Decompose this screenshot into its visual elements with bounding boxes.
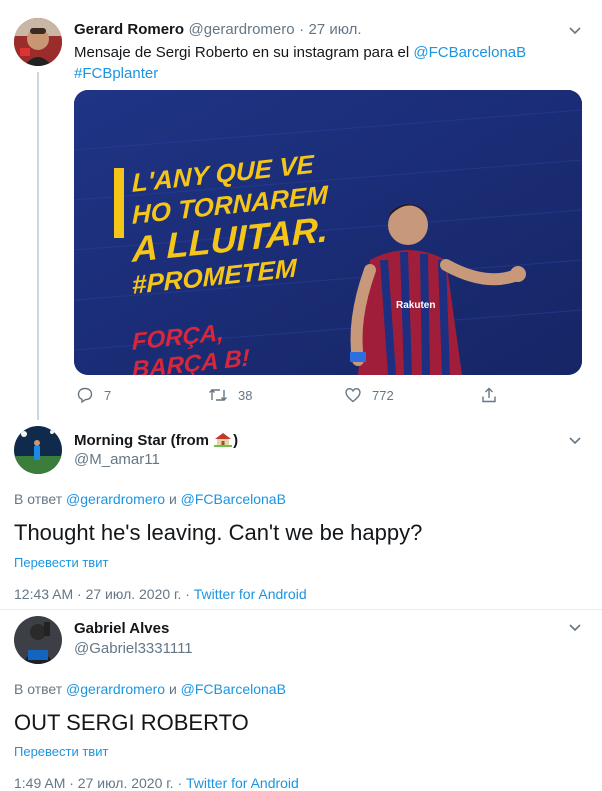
reply-count: 7 [104,387,112,403]
reply-text: Thought he's leaving. Can't we be happy? [14,520,423,545]
tweet-meta: 1:49 AM · 27 июл. 2020 г. · Twitter for … [14,775,299,791]
mention-link[interactable]: @FCBarcelonaB [181,491,286,507]
tweet-media-image[interactable]: L'ANY QUE VE HO TORNAREM A LLUITAR. #PRO… [74,90,582,375]
tweet-text: Mensaje de Sergi Roberto en su instagram… [74,42,574,84]
tweet-date[interactable]: 27 июл. [309,21,362,38]
avatar[interactable] [14,426,62,474]
avatar[interactable] [14,18,62,66]
avatar-image [14,18,62,66]
chevron-down-icon[interactable] [567,433,583,449]
reply-to-line: В ответ @gerardromero и @FCBarcelonaB [14,681,286,697]
translate-link[interactable]: Перевести твит [14,744,108,759]
shirt-sponsor: Rakuten [396,300,435,311]
separator: · [299,21,305,38]
display-name[interactable]: Gerard Romero [74,21,184,38]
avatar[interactable] [14,616,62,664]
house-emoji-icon [214,433,233,447]
like-action[interactable]: 772 [344,386,394,404]
mention-link[interactable]: @gerardromero [66,681,165,697]
and-label: и [168,681,177,697]
heart-icon [345,387,361,403]
user-handle[interactable]: @M_amar11 [74,451,160,468]
divider [0,609,602,610]
retweet-count: 38 [238,387,253,403]
display-name[interactable]: Morning Star (from [74,432,213,449]
poster-background: L'ANY QUE VE HO TORNAREM A LLUITAR. #PRO… [74,90,582,375]
display-name-end: ) [233,432,239,449]
share-icon[interactable] [480,386,498,404]
mention-link[interactable]: @FCBarcelonaB [413,44,526,61]
user-handle[interactable]: @Gabriel3331111 [74,640,193,657]
reply-to-line: В ответ @gerardromero и @FCBarcelonaB [14,491,286,507]
tweet-meta: 12:43 AM · 27 июл. 2020 г. · Twitter for… [14,586,307,602]
display-name[interactable]: Gabriel Alves [74,620,169,637]
reply-icon [77,387,93,404]
tweet-text-body: Mensaje de Sergi Roberto en su instagram… [74,44,414,61]
reply-text: OUT SERGI ROBERTO [14,710,249,735]
chevron-down-icon[interactable] [567,620,583,636]
avatar-image [14,426,62,474]
hashtag-link[interactable]: #FCBplanter [74,65,158,82]
translate-link[interactable]: Перевести твит [14,555,108,570]
avatar-image [14,616,62,664]
reply-to-label: В ответ [14,681,63,697]
like-count: 772 [372,387,394,403]
thread-line [37,72,39,420]
reply-to-label: В ответ [14,491,63,507]
reply-header: Morning Star (from ) [74,431,238,450]
chevron-down-icon[interactable] [567,23,583,39]
retweet-icon [209,389,227,401]
tweet-timestamp[interactable]: 1:49 AM · 27 июл. 2020 г. · [14,775,182,791]
retweet-action[interactable]: 38 [208,386,252,404]
user-handle[interactable]: @gerardromero [189,21,295,38]
mention-link[interactable]: @gerardromero [66,491,165,507]
tweet-timestamp[interactable]: 12:43 AM · 27 июл. 2020 г. · [14,586,190,602]
mention-link[interactable]: @FCBarcelonaB [181,681,286,697]
and-label: и [168,491,177,507]
reply-action[interactable]: 7 [76,386,111,404]
tweet-source-link[interactable]: Twitter for Android [186,775,299,791]
tweet-source-link[interactable]: Twitter for Android [194,586,307,602]
tweet-header: Gerard Romero @gerardromero · 27 июл. [74,21,362,39]
